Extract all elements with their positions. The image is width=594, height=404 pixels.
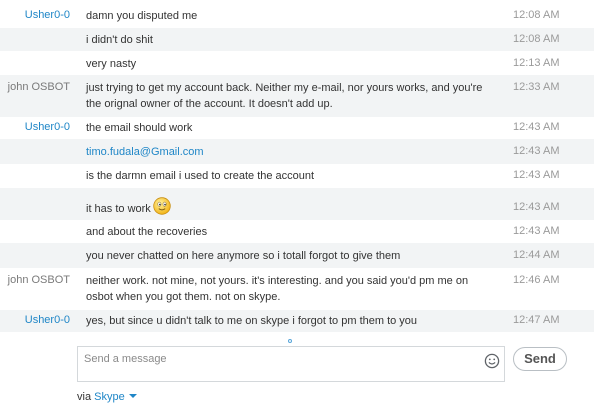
chat-history[interactable]: Usher0-0 damn you disputed me 12:08 AM i… <box>0 0 594 338</box>
message-sender[interactable]: john OSBOT <box>8 274 70 286</box>
message-text: is the darmn email i used to create the … <box>86 170 315 182</box>
message-text: the email should work <box>86 122 193 134</box>
typing-indicator-icon <box>288 339 292 343</box>
message-text-container: it has to work <box>86 197 498 218</box>
message-sender[interactable]: john OSBOT <box>8 81 70 93</box>
message-time: 12:47 AM <box>513 314 560 326</box>
message-text: damn you disputed me <box>86 10 198 22</box>
message-row: john OSBOT neither work. not mine, not y… <box>0 268 594 310</box>
message-row: i didn't do shit 12:08 AM <box>0 28 594 51</box>
message-row: and about the recoveries 12:43 AM <box>0 220 594 243</box>
message-row: john OSBOT just trying to get my account… <box>0 75 594 117</box>
message-time: 12:08 AM <box>513 9 560 21</box>
message-text-container: timo.fudala@Gmail.com <box>86 144 498 160</box>
send-button[interactable]: Send <box>513 347 567 371</box>
message-time: 12:33 AM <box>513 81 560 93</box>
message-sender[interactable]: Usher0-0 <box>25 314 70 326</box>
message-text: just trying to get my account back. Neit… <box>86 82 483 110</box>
message-input[interactable] <box>84 351 474 367</box>
message-time: 12:46 AM <box>513 274 560 286</box>
message-row: it has to work 12:43 AM <box>0 188 594 220</box>
message-row: Usher0-0 the email should work 12:43 AM <box>0 117 594 139</box>
message-text: very nasty <box>86 58 137 70</box>
message-row: Usher0-0 yes, but since u didn't talk to… <box>0 310 594 332</box>
message-text: yes, but since u didn't talk to me on sk… <box>86 315 418 327</box>
message-text: it has to work <box>86 202 151 215</box>
message-text: neither work. not mine, not yours. it's … <box>86 275 469 303</box>
message-time: 12:44 AM <box>513 249 560 261</box>
message-time: 12:08 AM <box>513 33 560 45</box>
message-row: Usher0-0 damn you disputed me 12:08 AM <box>0 0 594 28</box>
caret-down-icon[interactable] <box>128 394 137 399</box>
message-time: 12:43 AM <box>513 225 560 237</box>
message-time: 12:43 AM <box>513 169 560 181</box>
via-label: via <box>77 391 92 403</box>
message-row: you never chatted on here anymore so i t… <box>0 243 594 268</box>
message-time: 12:43 AM <box>513 145 560 157</box>
message-time: 12:43 AM <box>513 201 560 213</box>
message-time: 12:43 AM <box>513 121 560 133</box>
message-time: 12:13 AM <box>513 57 560 69</box>
network-selector[interactable]: via Skype <box>77 391 137 403</box>
emoticon-icon[interactable] <box>484 353 500 369</box>
message-text: you never chatted on here anymore so i t… <box>86 250 401 262</box>
message-row: very nasty 12:13 AM <box>0 51 594 75</box>
message-text: i didn't do shit <box>86 34 153 46</box>
message-composer[interactable] <box>77 346 505 382</box>
message-row: is the darmn email i used to create the … <box>0 164 594 188</box>
message-sender[interactable]: Usher0-0 <box>25 121 70 133</box>
smiley-icon <box>153 197 171 215</box>
email-link[interactable]: timo.fudala@Gmail.com <box>86 146 204 158</box>
message-text: and about the recoveries <box>86 226 208 238</box>
message-row: timo.fudala@Gmail.com 12:43 AM <box>0 139 594 164</box>
message-sender[interactable]: Usher0-0 <box>25 9 70 21</box>
network-name[interactable]: Skype <box>94 391 125 403</box>
